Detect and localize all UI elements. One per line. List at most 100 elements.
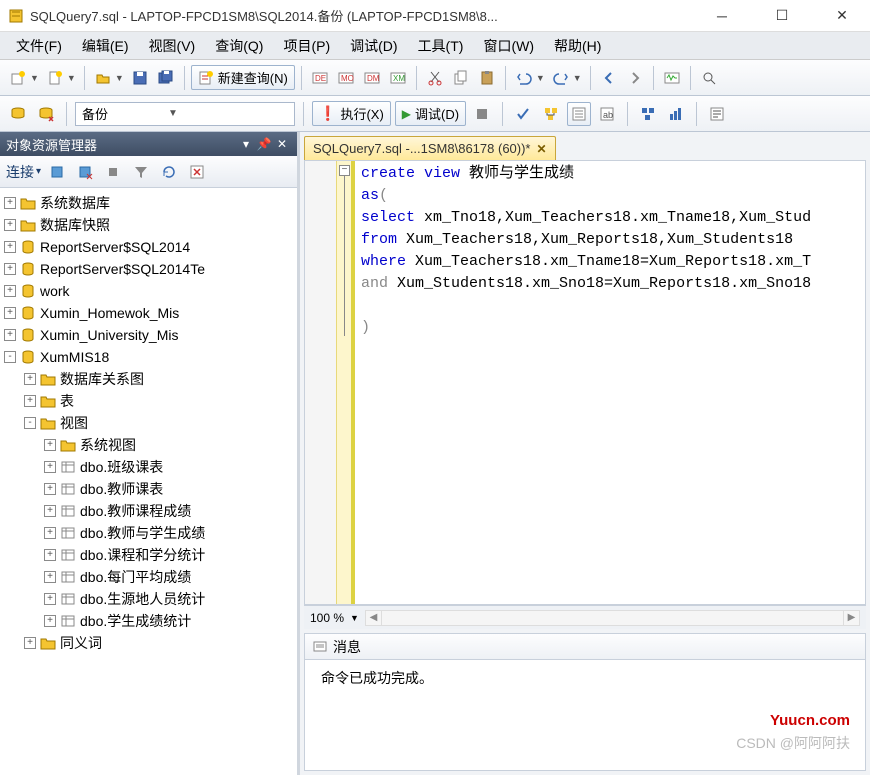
activity-monitor-icon[interactable] <box>660 66 684 90</box>
expand-icon[interactable]: + <box>4 241 16 253</box>
connect-server-icon[interactable] <box>45 160 69 184</box>
tree-node[interactable]: +ReportServer$SQL2014Te <box>0 258 297 280</box>
tree-node[interactable]: +dbo.学生成绩统计 <box>0 610 297 632</box>
pin-icon[interactable]: 📌 <box>255 135 273 153</box>
expand-icon[interactable]: + <box>44 593 56 605</box>
disconnect-server-icon[interactable] <box>73 160 97 184</box>
tree-node[interactable]: +work <box>0 280 297 302</box>
client-stats-icon[interactable] <box>664 102 688 126</box>
refresh-icon[interactable] <box>157 160 181 184</box>
dropdown-icon[interactable]: ▼ <box>67 73 76 83</box>
registered-servers-icon[interactable] <box>185 160 209 184</box>
expand-icon[interactable]: + <box>4 219 16 231</box>
new-project-icon[interactable] <box>6 66 30 90</box>
zoom-level[interactable]: 100 % <box>310 611 344 625</box>
menu-debug[interactable]: 调试(D) <box>340 34 407 58</box>
tree-node[interactable]: +Xumin_University_Mis <box>0 324 297 346</box>
query-xm-icon[interactable]: XM <box>386 66 410 90</box>
dropdown-icon[interactable]: ▼ <box>536 73 545 83</box>
expand-icon[interactable]: + <box>44 439 56 451</box>
query-mo-icon[interactable]: MO <box>334 66 358 90</box>
tree-node[interactable]: +dbo.教师课程成绩 <box>0 500 297 522</box>
tree-node[interactable]: +dbo.每门平均成绩 <box>0 566 297 588</box>
tree-node[interactable]: +ReportServer$SQL2014 <box>0 236 297 258</box>
menu-project[interactable]: 项目(P) <box>273 34 340 58</box>
query-options-icon[interactable] <box>567 102 591 126</box>
parse-icon[interactable] <box>511 102 535 126</box>
menu-file[interactable]: 文件(F) <box>6 34 72 58</box>
expand-icon[interactable]: + <box>24 373 36 385</box>
dropdown-icon[interactable]: ▾ <box>237 135 255 153</box>
menu-tools[interactable]: 工具(T) <box>408 34 474 58</box>
debug-button[interactable]: ▶ 调试(D) <box>395 101 466 126</box>
connect-button[interactable]: 连接 ▾ <box>6 162 41 182</box>
disconnect-icon[interactable] <box>34 102 58 126</box>
expand-icon[interactable]: + <box>44 461 56 473</box>
close-button[interactable]: ✕ <box>822 4 862 28</box>
actual-plan-icon[interactable] <box>636 102 660 126</box>
tree-node[interactable]: +表 <box>0 390 297 412</box>
expand-icon[interactable]: - <box>24 417 36 429</box>
tree-node[interactable]: +dbo.课程和学分统计 <box>0 544 297 566</box>
tree-node[interactable]: +dbo.教师课表 <box>0 478 297 500</box>
intellisense-icon[interactable]: ab <box>595 102 619 126</box>
tree-node[interactable]: +数据库快照 <box>0 214 297 236</box>
undo-icon[interactable] <box>512 66 536 90</box>
tree-node[interactable]: +系统视图 <box>0 434 297 456</box>
dropdown-icon[interactable]: ▼ <box>115 73 124 83</box>
tree-node[interactable]: +同义词 <box>0 632 297 654</box>
expand-icon[interactable]: + <box>4 197 16 209</box>
tree-node[interactable]: -XumMIS18 <box>0 346 297 368</box>
new-query-button[interactable]: 新建查询(N) <box>191 65 295 90</box>
change-connection-icon[interactable] <box>6 102 30 126</box>
code-editor[interactable]: − create view 教师与学生成绩 as( select xm_Tno1… <box>304 160 866 605</box>
menu-edit[interactable]: 编辑(E) <box>72 34 139 58</box>
tree-node[interactable]: +系统数据库 <box>0 192 297 214</box>
estimated-plan-icon[interactable] <box>539 102 563 126</box>
object-explorer-tree[interactable]: +系统数据库+数据库快照+ReportServer$SQL2014+Report… <box>0 188 297 775</box>
close-icon[interactable]: ✕ <box>537 142 547 156</box>
menu-query[interactable]: 查询(Q) <box>205 34 273 58</box>
tree-node[interactable]: +Xumin_Homewok_Mis <box>0 302 297 324</box>
dropdown-icon[interactable]: ▼ <box>30 73 39 83</box>
query-de-icon[interactable]: DE <box>308 66 332 90</box>
dropdown-icon[interactable]: ▼ <box>573 73 582 83</box>
expand-icon[interactable]: + <box>44 483 56 495</box>
stop-icon[interactable] <box>101 160 125 184</box>
messages-tab[interactable]: 消息 <box>305 634 865 660</box>
code-content[interactable]: create view 教师与学生成绩 as( select xm_Tno18,… <box>355 161 817 604</box>
paste-icon[interactable] <box>475 66 499 90</box>
cut-icon[interactable] <box>423 66 447 90</box>
cancel-query-icon[interactable] <box>470 102 494 126</box>
expand-icon[interactable]: + <box>44 571 56 583</box>
menu-window[interactable]: 窗口(W) <box>473 34 544 58</box>
save-all-icon[interactable] <box>154 66 178 90</box>
database-combo[interactable]: 备份 ▼ <box>75 102 295 126</box>
expand-icon[interactable]: + <box>24 395 36 407</box>
minimize-button[interactable]: ─ <box>702 4 742 28</box>
copy-icon[interactable] <box>449 66 473 90</box>
horizontal-scrollbar[interactable]: ◀ ▶ <box>365 610 860 626</box>
query-dm-icon[interactable]: DM <box>360 66 384 90</box>
tree-node[interactable]: +dbo.教师与学生成绩 <box>0 522 297 544</box>
filter-icon[interactable] <box>129 160 153 184</box>
tree-node[interactable]: +数据库关系图 <box>0 368 297 390</box>
maximize-button[interactable]: ☐ <box>762 4 802 28</box>
expand-icon[interactable]: + <box>24 637 36 649</box>
menu-view[interactable]: 视图(V) <box>139 34 206 58</box>
open-icon[interactable] <box>91 66 115 90</box>
expand-icon[interactable]: + <box>44 549 56 561</box>
execute-button[interactable]: ❗ 执行(X) <box>312 101 391 126</box>
expand-icon[interactable]: - <box>4 351 16 363</box>
collapse-icon[interactable]: − <box>339 165 350 176</box>
expand-icon[interactable]: + <box>44 505 56 517</box>
tree-node[interactable]: -视图 <box>0 412 297 434</box>
nav-fwd-icon[interactable] <box>623 66 647 90</box>
tree-node[interactable]: +dbo.班级课表 <box>0 456 297 478</box>
menu-help[interactable]: 帮助(H) <box>544 34 611 58</box>
tree-node[interactable]: +dbo.生源地人员统计 <box>0 588 297 610</box>
find-icon[interactable] <box>697 66 721 90</box>
tab-sqlquery7[interactable]: SQLQuery7.sql -...1SM8\86178 (60))* ✕ <box>304 136 556 160</box>
expand-icon[interactable]: + <box>44 527 56 539</box>
chevron-down-icon[interactable]: ▼ <box>350 613 359 623</box>
